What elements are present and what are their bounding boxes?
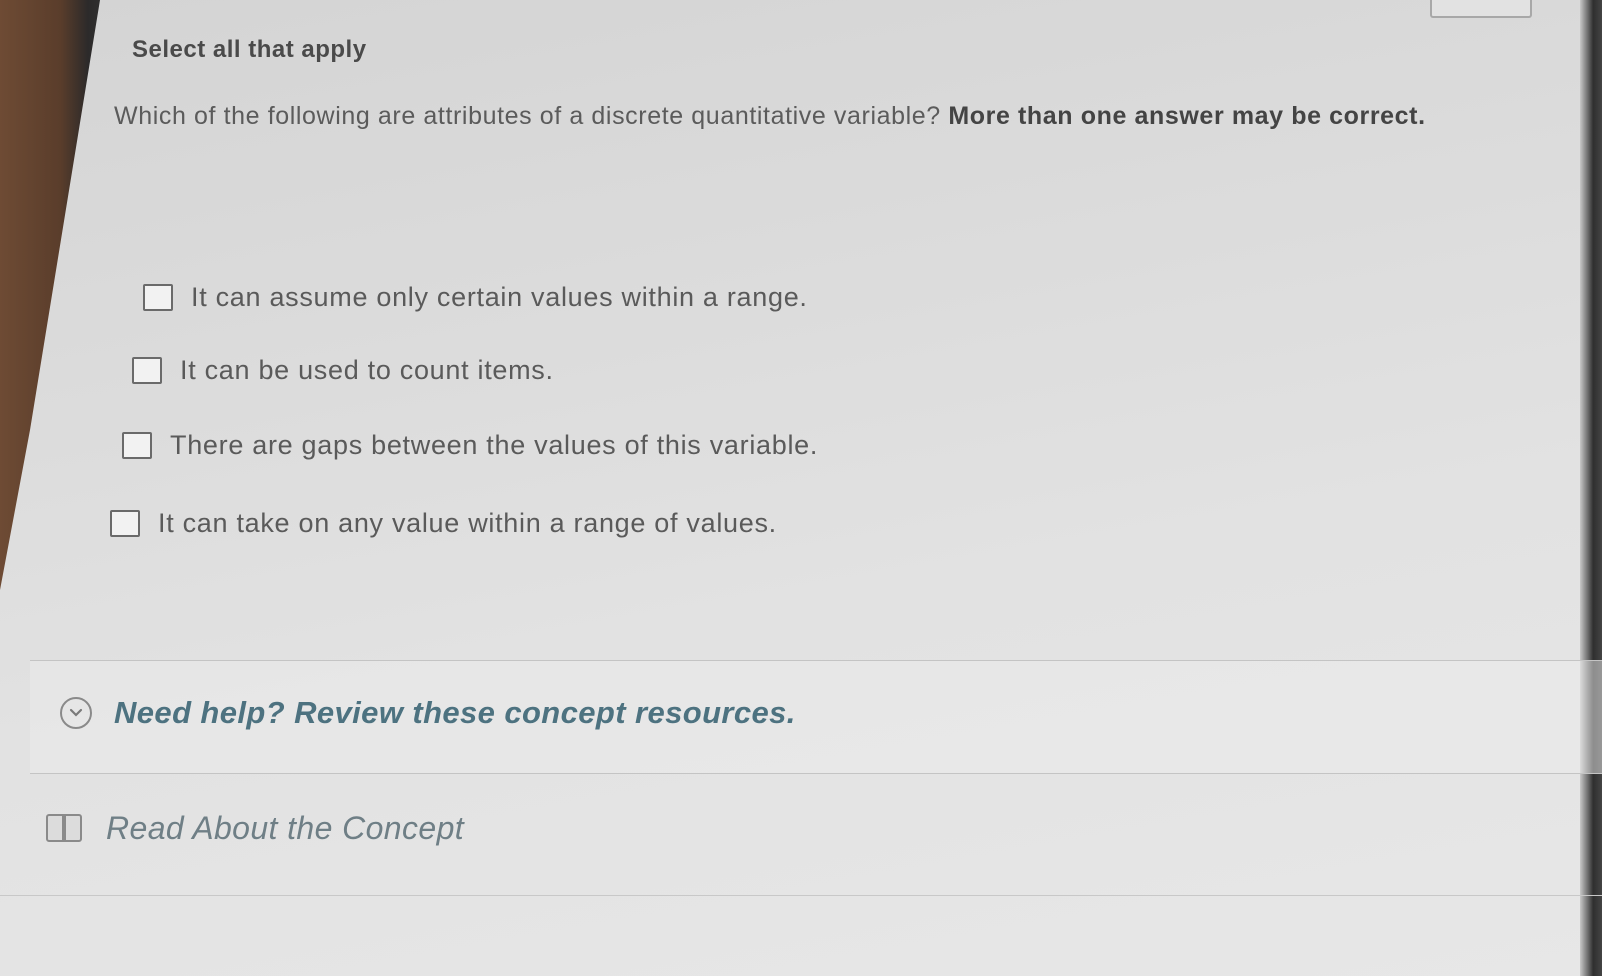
question-prompt: Which of the following are attributes of… [114, 96, 1544, 136]
question-text: Which of the following are attributes of… [114, 102, 941, 130]
answer-option-1[interactable]: It can assume only certain values within… [143, 282, 808, 313]
answer-option-1-label: It can assume only certain values within… [191, 282, 808, 312]
answer-option-3[interactable]: There are gaps between the values of thi… [122, 430, 818, 461]
checkbox-2[interactable] [132, 357, 162, 384]
answer-option-2-label: It can be used to count items. [180, 355, 554, 385]
chevron-down-circle-icon [60, 697, 92, 729]
answer-option-4[interactable]: It can take on any value within a range … [110, 508, 777, 539]
resource-read-about-concept[interactable]: Read About the Concept [46, 810, 464, 847]
answer-option-3-label: There are gaps between the values of thi… [170, 430, 819, 460]
question-emphasis: More than one answer may be correct. [948, 102, 1426, 130]
checkbox-3[interactable] [122, 432, 152, 459]
instruction-heading: Select all that apply [132, 36, 367, 63]
photo-bezel-right [1580, 0, 1602, 976]
checkbox-1[interactable] [143, 284, 173, 311]
checkbox-4[interactable] [110, 510, 140, 537]
help-toggle-label: Need help? Review these concept resource… [114, 695, 796, 730]
top-tab-button[interactable] [1430, 0, 1532, 18]
book-icon [46, 813, 86, 844]
divider [0, 895, 1602, 896]
answer-option-4-label: It can take on any value within a range … [158, 508, 777, 538]
resource-label: Read About the Concept [106, 810, 465, 846]
help-toggle-button[interactable]: Need help? Review these concept resource… [60, 695, 796, 731]
answer-option-2[interactable]: It can be used to count items. [132, 355, 554, 386]
